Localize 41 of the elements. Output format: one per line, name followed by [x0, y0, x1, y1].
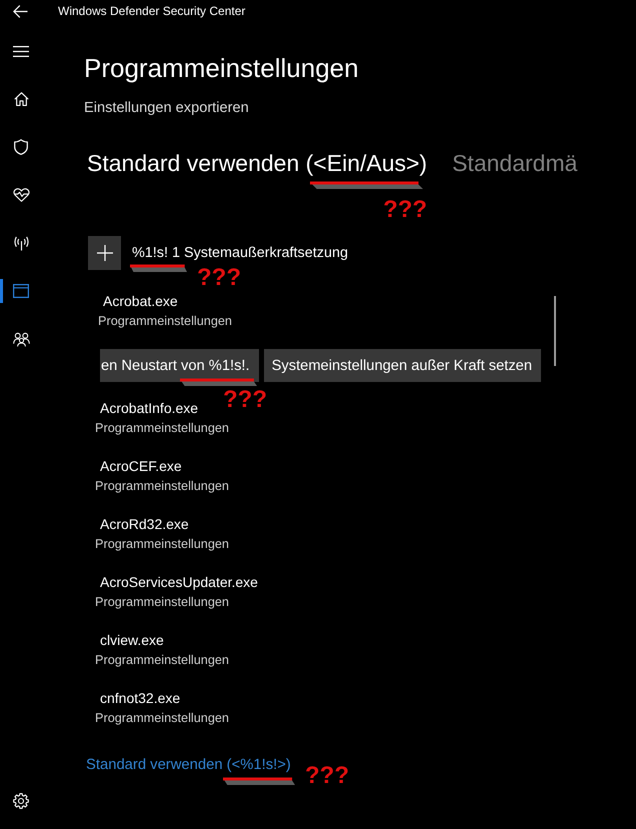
window-title: Windows Defender Security Center — [58, 3, 246, 19]
program-description: Programmeinstellungen — [95, 652, 229, 669]
program-name[interactable]: clview.exe — [100, 630, 164, 650]
menu-icon — [13, 46, 29, 56]
program-description: Programmeinstellungen — [95, 536, 229, 553]
override-count-label: %1!s! 1 Systemaußerkraftsetzung — [132, 244, 348, 263]
program-description: Programmeinstellungen — [95, 594, 229, 611]
program-name[interactable]: cnfnot32.exe — [100, 688, 180, 708]
plus-icon — [96, 245, 112, 261]
settings-icon — [13, 793, 29, 809]
export-settings-link[interactable]: Einstellungen exportieren — [84, 98, 249, 118]
tab[interactable]: Standardmä — [452, 148, 578, 178]
annotation-text: ??? — [223, 388, 267, 412]
program-description: Programmeinstellungen — [95, 478, 229, 495]
antenna-icon — [12, 236, 30, 250]
program-description: Programmeinstellungen — [95, 420, 229, 437]
program-description: Programmeinstellungen — [98, 313, 232, 330]
app-window-icon — [13, 284, 29, 298]
annotation-text: ??? — [383, 198, 428, 222]
program-name[interactable]: AcrobatInfo.exe — [100, 398, 198, 418]
people-icon — [12, 332, 30, 346]
heart-pulse-icon — [12, 188, 30, 202]
program-name[interactable]: AcroCEF.exe — [100, 456, 182, 476]
tab[interactable]: Standard verwenden (<Ein/Aus>) — [87, 148, 428, 178]
page-title: Programmeinstellungen — [84, 52, 359, 84]
scrollbar-thumb[interactable] — [554, 296, 556, 366]
program-description: Programmeinstellungen — [95, 710, 229, 727]
underline-mark — [223, 777, 295, 785]
action-button[interactable]: Systemeinstellungen außer Kraft setzen — [264, 349, 542, 382]
underline-mark — [130, 264, 187, 272]
annotation-text: ??? — [197, 266, 241, 290]
use-default-link[interactable]: Standard verwenden (<%1!s!>) — [86, 756, 291, 774]
annotation-text: ??? — [305, 764, 349, 788]
shield-icon — [14, 139, 28, 155]
home-icon — [14, 92, 28, 106]
program-name[interactable]: Acrobat.exe — [103, 291, 178, 311]
back-icon — [12, 4, 28, 18]
add-button[interactable] — [88, 236, 121, 270]
program-name[interactable]: AcroServicesUpdater.exe — [100, 572, 258, 592]
action-button[interactable]: en Neustart von %1!s!. — [100, 349, 259, 382]
program-name[interactable]: AcroRd32.exe — [100, 514, 189, 534]
